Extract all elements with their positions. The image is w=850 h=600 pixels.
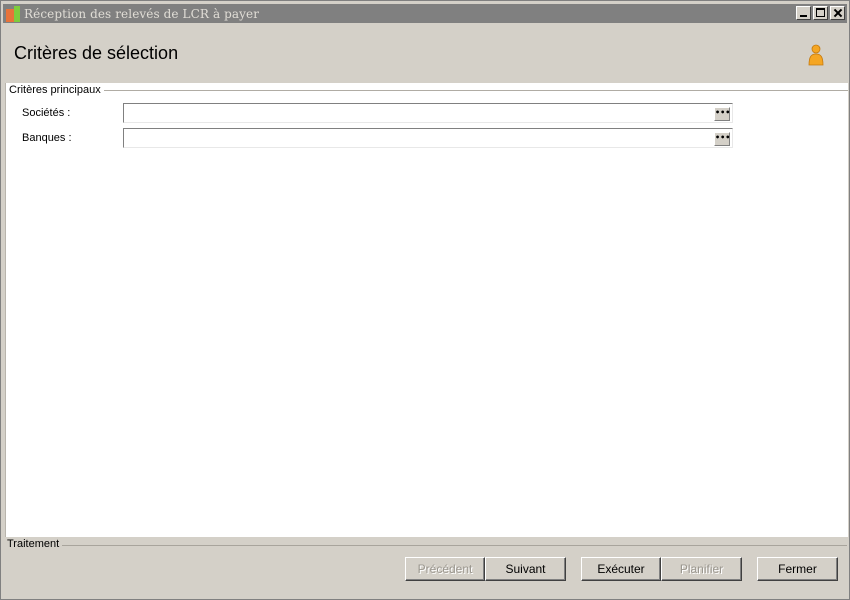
processing-panel: Traitement Précédent Suivant Exécuter Pl… (3, 537, 849, 599)
minimize-button[interactable] (796, 6, 811, 20)
criteria-group-legend: Critères principaux (9, 84, 104, 96)
window-title: Réception des relevés de LCR à payer (24, 6, 260, 21)
societes-input[interactable] (123, 103, 733, 123)
page-title: Critères de sélection (14, 43, 179, 63)
page-header: Critères de sélection (3, 25, 847, 83)
user-icon[interactable] (807, 44, 825, 66)
main-window: Réception des relevés de LCR à payer Cri… (0, 0, 850, 600)
banques-label: Banques : (22, 132, 72, 144)
previous-button[interactable]: Précédent (405, 557, 485, 581)
window-controls (796, 6, 845, 20)
close-button[interactable] (830, 6, 845, 20)
execute-button[interactable]: Exécuter (581, 557, 661, 581)
title-bar[interactable]: Réception des relevés de LCR à payer (3, 4, 847, 23)
processing-group-legend: Traitement (7, 538, 63, 550)
maximize-icon (816, 8, 825, 17)
minimize-icon (800, 15, 807, 17)
processing-group-divider (61, 545, 847, 546)
societes-browse-button[interactable]: ••• (714, 107, 730, 121)
maximize-button[interactable] (813, 6, 828, 20)
societes-label: Sociétés : (22, 107, 71, 119)
app-icon (6, 5, 22, 22)
banques-browse-button[interactable]: ••• (714, 132, 730, 146)
criteria-group-divider (99, 90, 848, 91)
criteria-panel: Critères principaux Sociétés : ••• Banqu… (5, 83, 848, 537)
close-window-button[interactable]: Fermer (757, 557, 838, 581)
next-button[interactable]: Suivant (485, 557, 566, 581)
banques-input[interactable] (123, 128, 733, 148)
schedule-button[interactable]: Planifier (661, 557, 742, 581)
